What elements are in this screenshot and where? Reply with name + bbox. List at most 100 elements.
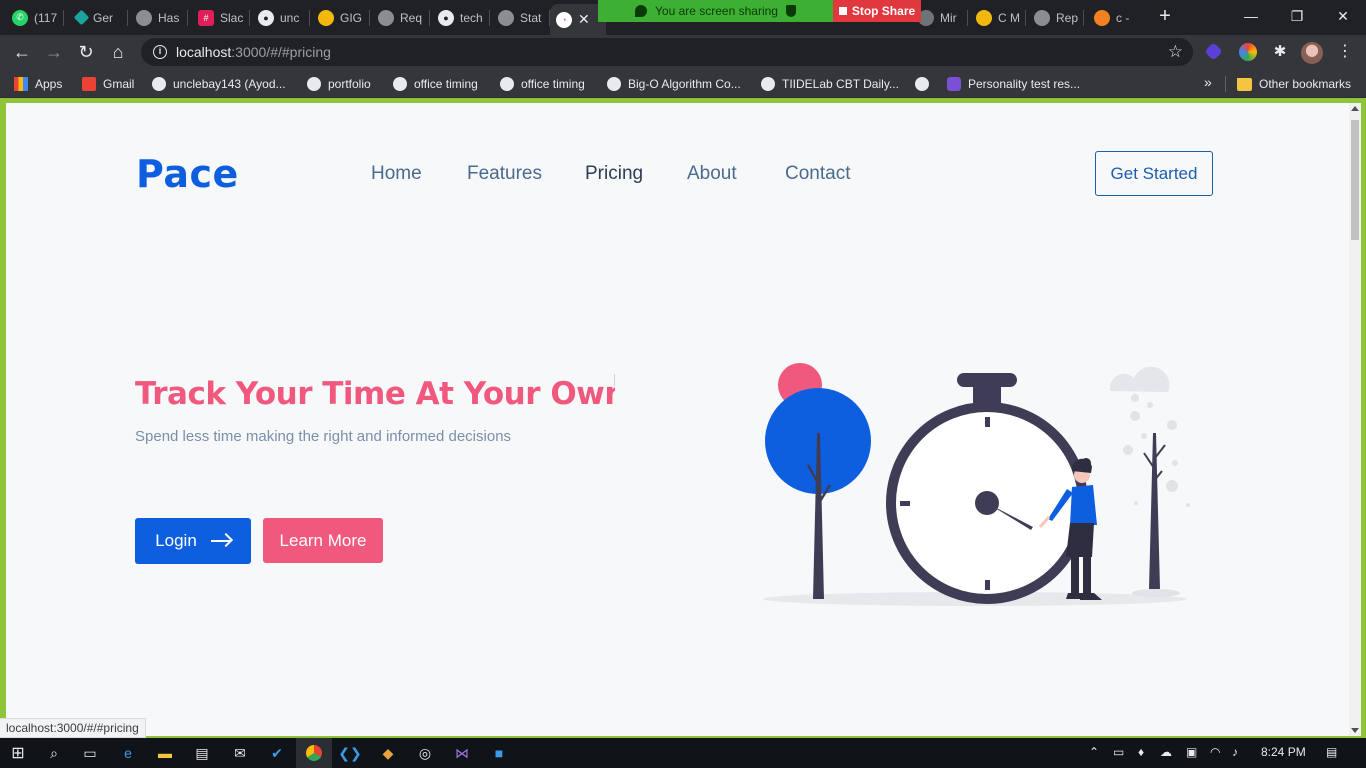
close-window-icon[interactable]: ✕ bbox=[1320, 4, 1366, 28]
address-bar[interactable]: i localhost:3000/#/#pricing ☆ bbox=[141, 38, 1193, 66]
close-tab-icon[interactable]: ✕ bbox=[578, 11, 590, 28]
search-icon[interactable]: ⌕ bbox=[44, 743, 64, 763]
tab-gig[interactable]: GIG bbox=[312, 4, 370, 31]
tab-cm[interactable]: C M bbox=[970, 4, 1026, 31]
tray-chevron-icon[interactable]: ⌃ bbox=[1089, 745, 1099, 759]
color-picker-extension-icon[interactable] bbox=[1239, 43, 1257, 61]
home-icon[interactable]: ⌂ bbox=[106, 40, 130, 64]
globe-icon bbox=[500, 77, 514, 91]
obs-icon[interactable]: ◎ bbox=[415, 743, 435, 763]
globe-icon bbox=[1034, 9, 1050, 26]
tab-stackoverflow[interactable]: c - bbox=[1088, 4, 1144, 31]
info-icon[interactable]: i bbox=[153, 45, 167, 59]
tab-slack[interactable]: # Slac bbox=[192, 4, 250, 31]
stop-share-label: Stop Share bbox=[851, 4, 916, 18]
tab-label: C M bbox=[998, 10, 1020, 25]
back-icon[interactable]: ← bbox=[10, 40, 34, 64]
zoom-icon[interactable]: ■ bbox=[489, 743, 509, 763]
logo[interactable]: Pace bbox=[136, 152, 239, 196]
vscode-icon[interactable]: ❮❯ bbox=[338, 743, 361, 763]
tab-label: Has bbox=[158, 10, 180, 25]
windows-start-icon[interactable]: ⊞ bbox=[8, 743, 28, 763]
woman-leg-right bbox=[1083, 557, 1091, 595]
bookmark-tiidelab[interactable]: TIIDELab CBT Daily... bbox=[761, 75, 899, 93]
tab-label: c - bbox=[1116, 10, 1130, 25]
volume-icon[interactable]: ♪ bbox=[1232, 745, 1238, 759]
stop-share-button[interactable]: Stop Share bbox=[833, 0, 921, 22]
store-icon[interactable]: ▤ bbox=[192, 743, 212, 763]
wifi-icon[interactable]: ◠ bbox=[1210, 745, 1220, 759]
todo-icon[interactable]: ✔ bbox=[267, 743, 287, 763]
tab-has[interactable]: Has bbox=[130, 4, 188, 31]
capture-icon[interactable]: ▣ bbox=[1186, 745, 1197, 759]
bookmark-office-timing[interactable]: office timing bbox=[393, 75, 478, 93]
nav-about[interactable]: About bbox=[687, 163, 737, 185]
tab-rep[interactable]: Rep bbox=[1028, 4, 1084, 31]
git-icon[interactable]: ◆ bbox=[378, 743, 398, 763]
restore-icon[interactable]: ❐ bbox=[1274, 4, 1320, 28]
bookmark-office-timing-2[interactable]: office timing bbox=[500, 75, 585, 93]
apps-grid-icon bbox=[14, 77, 28, 91]
tab-label: GIG bbox=[340, 10, 363, 25]
snow-mound bbox=[1132, 589, 1180, 597]
battery-icon[interactable]: ▭ bbox=[1113, 745, 1124, 759]
tab-stat[interactable]: Stat bbox=[492, 4, 550, 31]
edge-icon[interactable]: e bbox=[118, 743, 138, 763]
bookmark-gmail[interactable]: Gmail bbox=[82, 75, 134, 93]
bookmarks-divider bbox=[1225, 76, 1226, 92]
other-bookmarks[interactable]: Other bookmarks bbox=[1237, 75, 1351, 93]
bookmark-portfolio[interactable]: portfolio bbox=[307, 75, 371, 93]
nav-features[interactable]: Features bbox=[467, 163, 542, 185]
scrollbar-thumb[interactable] bbox=[1351, 120, 1359, 240]
task-view-icon[interactable]: ▭ bbox=[80, 743, 100, 763]
bookmark-label: portfolio bbox=[328, 77, 371, 91]
more-bookmarks-icon[interactable]: » bbox=[1204, 74, 1212, 90]
tab-github[interactable]: ● unc bbox=[252, 4, 310, 31]
woman-leg-left bbox=[1071, 557, 1079, 595]
tab-label: Req bbox=[400, 10, 423, 25]
menu-icon[interactable]: ⋮ bbox=[1337, 41, 1353, 61]
nav-home[interactable]: Home bbox=[371, 163, 422, 185]
tab-tech[interactable]: ● tech bbox=[432, 4, 490, 31]
bookmark-star-icon[interactable]: ☆ bbox=[1168, 42, 1183, 62]
woman-bun bbox=[1081, 458, 1091, 468]
avatar[interactable] bbox=[1301, 42, 1323, 64]
bookmark-label: Gmail bbox=[103, 77, 135, 91]
bookmark-label: office timing bbox=[414, 77, 478, 91]
nav-contact[interactable]: Contact bbox=[785, 163, 850, 185]
scroll-up-icon[interactable] bbox=[1351, 106, 1359, 111]
nav-pricing[interactable]: Pricing bbox=[585, 163, 643, 185]
minimize-icon[interactable]: — bbox=[1228, 4, 1274, 28]
puzzle-icon[interactable]: ✱ bbox=[1268, 40, 1292, 64]
extension-icon[interactable] bbox=[1204, 42, 1223, 61]
chrome-icon[interactable] bbox=[296, 738, 332, 768]
login-button[interactable]: Login bbox=[135, 518, 251, 564]
mail-icon[interactable]: ✉ bbox=[230, 743, 250, 763]
bookmark-apps[interactable]: Apps bbox=[14, 75, 62, 93]
bookmark-github[interactable]: unclebay143 (Ayod... bbox=[152, 75, 286, 93]
bookmark-globe[interactable] bbox=[915, 75, 936, 93]
share-banner-text: You are screen sharing bbox=[655, 4, 778, 18]
page-scrollbar[interactable] bbox=[1349, 103, 1361, 736]
learn-more-button[interactable]: Learn More bbox=[263, 518, 383, 563]
get-started-button[interactable]: Get Started bbox=[1095, 151, 1213, 196]
tab-label: Ger bbox=[93, 10, 114, 25]
stopwatch-icon: ◔ bbox=[556, 11, 572, 28]
bookmark-big-o[interactable]: Big-O Algorithm Co... bbox=[607, 75, 741, 93]
tab-whatsapp[interactable]: ✆ (117 bbox=[6, 4, 64, 31]
tab-gen[interactable]: Ger bbox=[70, 4, 128, 31]
new-tab-icon[interactable]: + bbox=[1155, 6, 1175, 26]
tab-req[interactable]: Req bbox=[372, 4, 430, 31]
scroll-down-icon[interactable] bbox=[1351, 728, 1359, 733]
microphone-icon[interactable]: ♦ bbox=[1138, 745, 1144, 759]
notifications-icon[interactable]: ▤ bbox=[1326, 745, 1337, 759]
stopwatch-button bbox=[957, 373, 1017, 387]
file-explorer-icon[interactable]: ▬ bbox=[155, 743, 175, 763]
taskbar-clock[interactable]: 8:24 PM bbox=[1261, 745, 1306, 759]
tick-9 bbox=[900, 501, 910, 506]
forward-icon[interactable]: → bbox=[42, 40, 66, 64]
visual-studio-icon[interactable]: ⋈ bbox=[452, 743, 472, 763]
onedrive-icon[interactable]: ☁ bbox=[1160, 745, 1172, 759]
bookmark-personality[interactable]: Personality test res... bbox=[947, 75, 1080, 93]
reload-icon[interactable]: ↻ bbox=[74, 40, 98, 64]
